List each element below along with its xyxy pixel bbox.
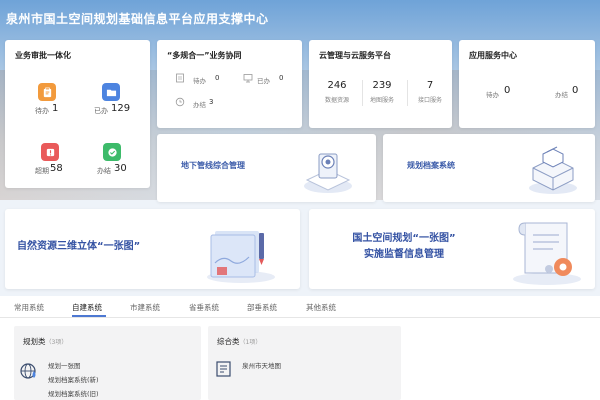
general-group-card[interactable]: 综合类（1项） 泉州市天地图 (208, 326, 401, 400)
app-pending-label: 待办 (486, 91, 499, 99)
pipeline-label: 地下管线综合管理 (181, 161, 245, 170)
active-tab-underline (72, 315, 106, 317)
approval-card[interactable]: 业务审批一体化 待办 1 已办 129 超期 58 办结 30 (5, 40, 150, 188)
alarm-icon[interactable] (41, 143, 59, 161)
archive-illustration-icon (529, 146, 577, 194)
natural-resource-label: 自然资源三维立体“一张图” (17, 241, 141, 252)
map-document-icon (216, 361, 231, 377)
map-service-label: 地图服务 (369, 97, 394, 104)
monitor-icon (243, 74, 253, 83)
collab-completed-label: 办结 (193, 101, 206, 109)
pending-label: 待办 (35, 107, 49, 115)
collab-done-label: 已办 (257, 77, 270, 85)
planning-item-archive-new[interactable]: 规划档案系统(新) (48, 374, 99, 384)
folder-icon[interactable] (102, 83, 120, 101)
done-count[interactable]: 129 (111, 103, 130, 114)
system-panel: 规划类（3项） 规划一张图 规划档案系统(新) 规划档案系统(旧) 综合类（1项… (0, 318, 600, 400)
app-pending-count[interactable]: 0 (504, 85, 510, 96)
scroll-gear-illustration-icon (513, 222, 581, 285)
app-center-card-title: 应用服务中心 (469, 51, 517, 60)
done-label: 已办 (94, 107, 108, 115)
tab-city[interactable]: 市建系统 (130, 302, 160, 313)
app-title: 泉州市国土空间规划基础信息平台应用支撑中心 (6, 12, 269, 26)
collab-card[interactable]: “多规合一”业务协同 待办 0 已办 0 办结 3 (157, 40, 302, 128)
cloud-card-title: 云管理与云服务平台 (319, 51, 391, 60)
planning-item-map[interactable]: 规划一张图 (48, 360, 81, 370)
planning-group-title: 规划类（3项） (23, 337, 68, 346)
natural-resource-card[interactable]: 自然资源三维立体“一张图” (5, 209, 300, 289)
tab-ministry[interactable]: 部垂系统 (247, 302, 277, 313)
planning-group-count: （3项） (45, 339, 68, 346)
planning-item-archive-old[interactable]: 规划档案系统(旧) (48, 388, 99, 398)
completed-label: 办结 (97, 167, 111, 175)
file-icon (176, 73, 184, 83)
data-resource-count[interactable]: 246 (312, 80, 362, 91)
collab-done-count[interactable]: 0 (279, 74, 283, 82)
supervision-card[interactable]: 国土空间规划“一张图” 实施监督信息管理 (309, 209, 595, 289)
globe-water-icon (20, 363, 36, 379)
completed-count[interactable]: 30 (114, 163, 127, 174)
general-item-tianditu[interactable]: 泉州市天地图 (242, 360, 281, 370)
app-completed-label: 办结 (555, 91, 568, 99)
supervision-label-line1: 国土空间规划“一张图” (352, 233, 456, 244)
collab-card-title: “多规合一”业务协同 (167, 51, 242, 60)
api-service-label: 接口服务 (417, 97, 442, 104)
supervision-label-line2: 实施监督信息管理 (364, 249, 444, 260)
pipeline-card[interactable]: 地下管线综合管理 (157, 134, 376, 202)
overdue-label: 超期 (35, 167, 49, 175)
general-group-count: （1项） (239, 339, 262, 346)
clipboard-icon[interactable] (38, 83, 56, 101)
archive-card[interactable]: 规划档案系统 (383, 134, 595, 202)
collab-pending-label: 待办 (193, 77, 206, 85)
planning-group-card[interactable]: 规划类（3项） 规划一张图 规划档案系统(新) 规划档案系统(旧) (14, 326, 201, 400)
archive-label: 规划档案系统 (407, 161, 455, 170)
system-tabs: 常用系统 自建系统 市建系统 省垂系统 部垂系统 其他系统 (0, 296, 600, 318)
cloud-card[interactable]: 云管理与云服务平台 246 数据资源 239 地图服务 7 接口服务 (309, 40, 452, 128)
collab-completed-count[interactable]: 3 (209, 98, 213, 106)
collab-pending-count[interactable]: 0 (215, 74, 219, 82)
data-resource-label: 数据资源 (324, 97, 349, 104)
app-center-card[interactable]: 应用服务中心 待办 0 办结 0 (459, 40, 595, 128)
approval-card-title: 业务审批一体化 (15, 51, 71, 60)
api-service-count[interactable]: 7 (405, 80, 455, 91)
app-completed-count[interactable]: 0 (572, 85, 578, 96)
check-icon[interactable] (103, 143, 121, 161)
pending-count[interactable]: 1 (52, 103, 58, 114)
clock-icon (175, 97, 185, 107)
overdue-count[interactable]: 58 (50, 163, 63, 174)
tab-common[interactable]: 常用系统 (14, 302, 44, 313)
tab-other[interactable]: 其他系统 (306, 302, 336, 313)
tab-province[interactable]: 省垂系统 (189, 302, 219, 313)
general-group-title: 综合类（1项） (217, 337, 262, 346)
pipeline-illustration-icon (304, 153, 352, 193)
tab-self-built[interactable]: 自建系统 (72, 302, 102, 313)
document-illustration-icon (207, 231, 275, 283)
map-service-count[interactable]: 239 (357, 80, 407, 91)
